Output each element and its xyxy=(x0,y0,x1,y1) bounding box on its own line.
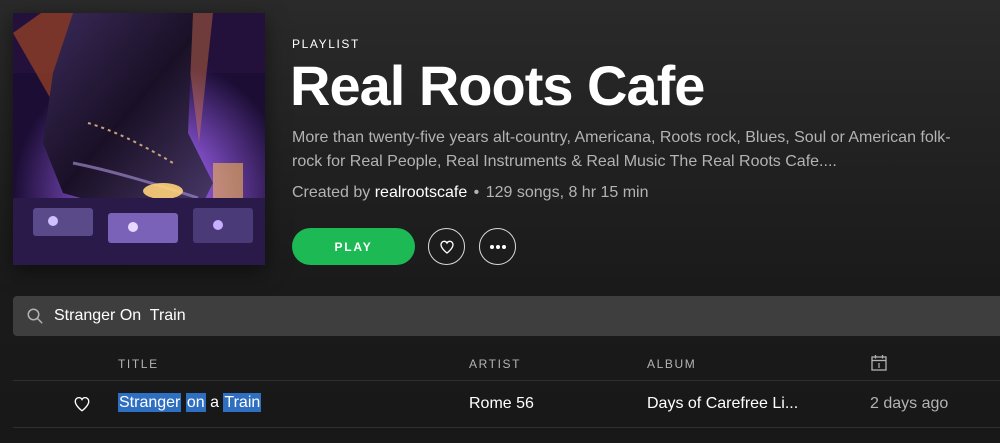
column-header-artist[interactable]: ARTIST xyxy=(469,357,521,371)
created-by-label: Created by xyxy=(292,184,371,201)
heart-outline-icon xyxy=(74,396,90,412)
column-header-date-added[interactable] xyxy=(870,354,888,372)
match-highlight: Stranger xyxy=(118,393,182,412)
column-header-album[interactable]: ALBUM xyxy=(647,357,696,371)
title-text: a xyxy=(205,394,224,411)
description-line-1: More than twenty-five years alt-country,… xyxy=(292,129,951,146)
description-line-2: rock for Real People, Real Instruments &… xyxy=(292,153,837,170)
row-divider xyxy=(13,427,1000,428)
playlist-meta: Created by realrootscafe • 129 songs, 8 … xyxy=(292,184,649,202)
table-row[interactable]: Stranger on a Train Rome 56 Days of Care… xyxy=(13,381,1000,427)
track-artist-link[interactable]: Rome 56 xyxy=(469,395,534,413)
meta-separator: • xyxy=(473,184,480,201)
playlist-page: PLAYLIST Real Roots Cafe More than twent… xyxy=(0,0,1000,443)
calendar-icon xyxy=(871,355,887,371)
owner-link[interactable]: realrootscafe xyxy=(375,184,468,201)
track-date-added: 2 days ago xyxy=(870,395,949,412)
more-options-button[interactable] xyxy=(479,228,516,265)
playlist-filter-bar[interactable] xyxy=(13,296,1000,336)
playlist-title: Real Roots Cafe xyxy=(290,54,705,117)
playlist-stats: 129 songs, 8 hr 15 min xyxy=(485,184,649,201)
playlist-description: More than twenty-five years alt-country,… xyxy=(292,126,997,174)
track-album-link[interactable]: Days of Carefree Li... xyxy=(647,395,798,413)
heart-outline-icon xyxy=(439,240,454,254)
search-icon xyxy=(26,307,44,325)
column-header-title[interactable]: TITLE xyxy=(118,357,159,371)
save-track-button[interactable] xyxy=(73,395,91,413)
like-button[interactable] xyxy=(428,228,465,265)
match-highlight: Train xyxy=(223,393,262,412)
playlist-type-label: PLAYLIST xyxy=(292,37,360,51)
ellipsis-icon xyxy=(489,244,506,249)
match-highlight: on xyxy=(185,393,206,412)
track-title[interactable]: Stranger on a Train xyxy=(118,393,262,412)
filter-input[interactable] xyxy=(54,307,654,325)
playlist-cover-image[interactable] xyxy=(13,13,265,265)
play-button[interactable]: PLAY xyxy=(292,228,415,265)
cover-art xyxy=(13,13,265,265)
